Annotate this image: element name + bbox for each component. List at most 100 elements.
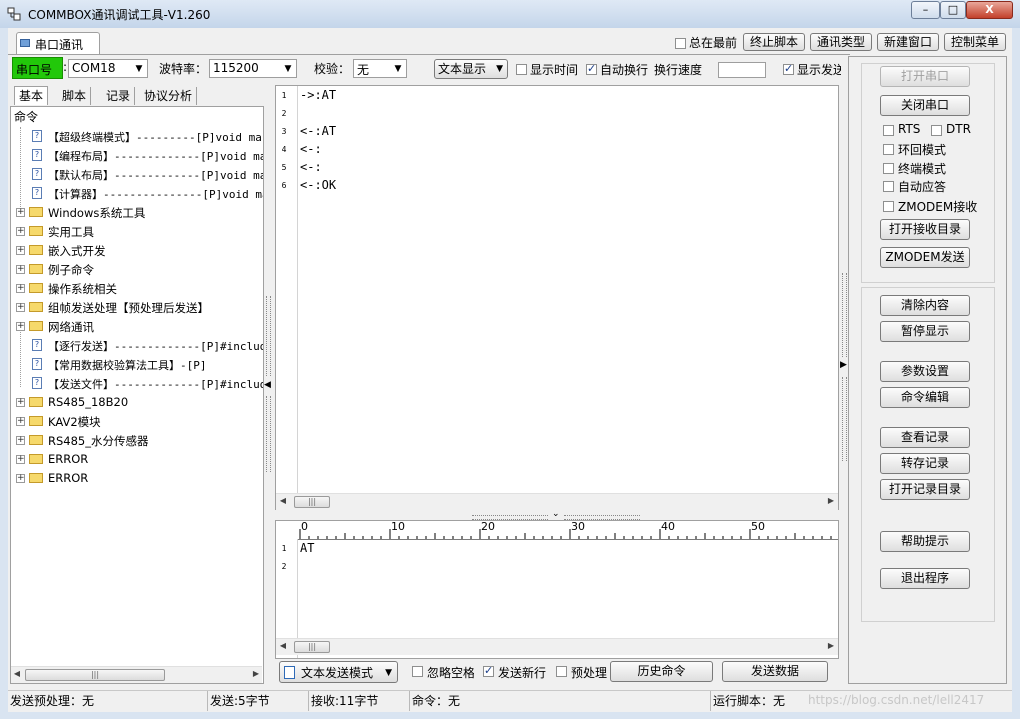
tree-folder-item[interactable]: + 组帧发送处理【预处理后发送】 [11,298,263,317]
collapse-right-icon[interactable]: ▶ [840,360,847,370]
pause-display-button[interactable]: 暂停显示 [880,321,970,342]
send-horizontal-scrollbar[interactable]: ◀ ||| ▶ [276,638,838,655]
clear-content-button[interactable]: 清除内容 [880,295,970,316]
preprocess-checkbox[interactable] [556,666,567,677]
open-recv-dir-button[interactable]: 打开接收目录 [880,219,970,240]
auto-reply-checkbox[interactable] [883,181,894,192]
scroll-left-icon[interactable]: ◀ [278,496,288,505]
title-bar[interactable]: COMMBOX通讯调试工具-V1.260 – □ X [0,0,1020,28]
comm-type-button[interactable]: 通讯类型 [810,33,872,51]
ignore-space-checkbox[interactable] [412,666,423,677]
expand-icon[interactable]: + [16,208,25,217]
scroll-right-icon[interactable]: ▶ [251,669,261,678]
receive-scroll-thumb[interactable]: ||| [294,496,330,508]
expand-icon[interactable]: + [16,417,25,426]
tab-serial[interactable]: 串口通讯 [16,32,100,54]
tree-folder-item[interactable]: + 操作系统相关 [11,279,263,298]
loopback-checkbox[interactable] [883,144,894,155]
baud-select[interactable]: 115200 ▼ [209,59,297,78]
auto-wrap-checkbox[interactable] [586,62,597,75]
status-preprocess: 发送预处理：无 [8,691,208,711]
expand-icon[interactable]: + [16,398,25,407]
tab-record[interactable]: 记录 [102,87,136,105]
history-button[interactable]: 历史命令 [610,661,713,682]
terminal-mode-checkbox[interactable] [883,163,894,174]
expand-icon[interactable]: + [16,227,25,236]
expand-icon[interactable]: + [16,474,25,483]
receive-horizontal-scrollbar[interactable]: ◀ ||| ▶ [276,493,838,510]
tree-command-item[interactable]: ? 【编程布局】-------------[P]void ma [11,146,263,165]
help-button[interactable]: 帮助提示 [880,531,970,552]
new-window-button[interactable]: 新建窗口 [877,33,939,51]
left-splitter[interactable]: ◀ [264,296,271,476]
parity-select[interactable]: 无 ▼ [353,59,407,78]
scroll-left-icon[interactable]: ◀ [12,669,22,678]
expand-icon[interactable]: + [16,455,25,464]
tree-folder-item[interactable]: + 实用工具 [11,222,263,241]
control-menu-button[interactable]: 控制菜单 [944,33,1006,51]
exit-button[interactable]: 退出程序 [880,568,970,589]
expand-icon[interactable]: + [16,246,25,255]
send-newline-checkbox[interactable] [483,664,494,677]
display-mode-button[interactable]: 文本显示 ▼ [434,59,508,79]
open-port-button[interactable]: 打开串口 [880,66,970,87]
tab-script[interactable]: 脚本 [58,87,92,105]
tree-command-item[interactable]: ? 【逐行发送】-------------[P]#includ [11,336,263,355]
rts-checkbox[interactable] [883,125,894,136]
close-port-button[interactable]: 关闭串口 [880,95,970,116]
always-on-top-checkbox[interactable] [675,38,686,49]
tree-horizontal-scrollbar[interactable]: ◀ ||| ▶ [11,666,262,683]
tree-folder-item[interactable]: + 网络通讯 [11,317,263,336]
tree-scroll-thumb[interactable]: ||| [25,669,165,681]
show-send-checkbox[interactable] [783,62,794,75]
save-log-button[interactable]: 转存记录 [880,453,970,474]
tree-command-item[interactable]: ? 【默认布局】-------------[P]void ma [11,165,263,184]
expand-icon[interactable]: + [16,436,25,445]
receive-panel[interactable]: 1 ->:AT 2 3 <-:AT 4 <-: 5 <-: 6 <-:OK [275,85,839,510]
minimize-button[interactable]: – [911,1,940,19]
expand-icon[interactable]: + [16,265,25,274]
expand-icon[interactable]: + [16,322,25,331]
expand-icon[interactable]: + [16,303,25,312]
view-log-button[interactable]: 查看记录 [880,427,970,448]
close-button[interactable]: X [966,1,1013,19]
tab-basic[interactable]: 基本 [14,86,49,105]
open-log-dir-button[interactable]: 打开记录目录 [880,479,970,500]
port-select[interactable]: COM18 ▼ [68,59,148,78]
tree-folder-item[interactable]: + RS485_18B20 [11,393,263,412]
tree-folder-item[interactable]: + 嵌入式开发 [11,241,263,260]
send-mode-button[interactable]: 文本发送模式 ▼ [279,661,398,683]
tree-command-item[interactable]: ? 【发送文件】-------------[P]#includ [11,374,263,393]
tree-folder-item[interactable]: + ERROR [11,469,263,488]
collapse-left-icon[interactable]: ◀ [264,380,271,390]
send-data-button[interactable]: 发送数据 [722,661,828,682]
right-splitter[interactable]: ▶ [840,273,847,463]
dtr-checkbox[interactable] [931,125,942,136]
expand-icon[interactable]: + [16,284,25,293]
tree-command-item[interactable]: ? 【常用数据校验算法工具】-[P] [11,355,263,374]
send-scroll-thumb[interactable]: ||| [294,641,330,653]
tree-command-item[interactable]: ? 【超级终端模式】---------[P]void ma [11,127,263,146]
command-edit-button[interactable]: 命令编辑 [880,387,970,408]
show-time-checkbox[interactable] [516,64,527,75]
command-tree[interactable]: 命令 ? 【超级终端模式】---------[P]void ma? 【编程布局】--… [10,106,264,684]
tree-command-item[interactable]: ? 【计算器】---------------[P]void ma [11,184,263,203]
tab-protocol[interactable]: 协议分析 [140,87,198,105]
zmodem-recv-checkbox[interactable] [883,201,894,212]
param-settings-button[interactable]: 参数设置 [880,361,970,382]
wrap-speed-input[interactable] [718,62,766,78]
stop-script-button[interactable]: 终止脚本 [743,33,805,51]
scroll-left-icon[interactable]: ◀ [278,641,288,650]
zmodem-send-button[interactable]: ZMODEM发送 [880,247,970,268]
tree-folder-item[interactable]: + 例子命令 [11,260,263,279]
scroll-right-icon[interactable]: ▶ [826,641,836,650]
collapse-down-icon[interactable]: ⌄ [552,509,560,519]
tree-folder-item[interactable]: + RS485_水分传感器 [11,431,263,450]
tree-folder-item[interactable]: + ERROR [11,450,263,469]
horizontal-splitter[interactable]: ⌄ [472,509,642,520]
tree-folder-item[interactable]: + KAV2模块 [11,412,263,431]
tree-folder-item[interactable]: + Windows系统工具 [11,203,263,222]
scroll-right-icon[interactable]: ▶ [826,496,836,505]
splitter-grip [842,273,847,357]
maximize-button[interactable]: □ [940,1,966,19]
